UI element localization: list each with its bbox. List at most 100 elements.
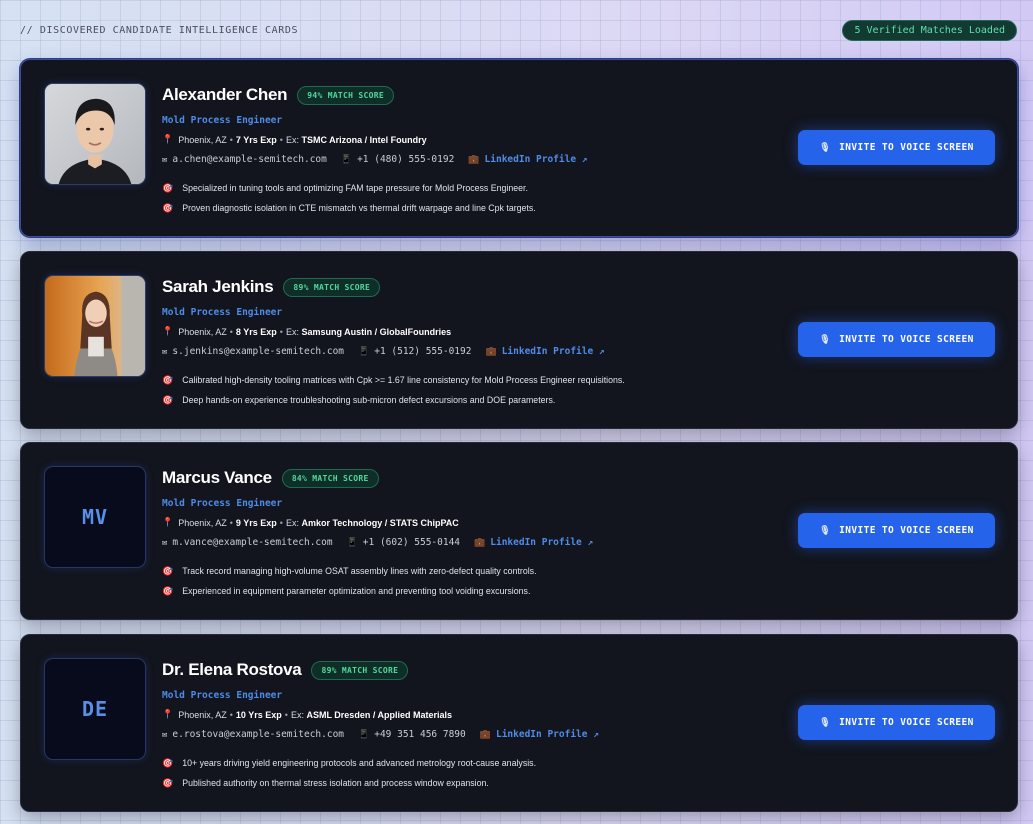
avatar-initials: MV	[81, 505, 109, 529]
location-pin-icon: 📍	[162, 326, 174, 336]
invite-to-voice-screen-button[interactable]: 🎙 INVITE TO VOICE SCREEN	[798, 513, 995, 548]
candidate-meta: 📍 Phoenix, AZ • 10 Yrs Exp • Ex: ASML Dr…	[162, 709, 453, 720]
candidate-experience: 7 Yrs Exp	[235, 134, 277, 145]
candidate-phone[interactable]: +1 (512) 555-0192	[374, 346, 471, 357]
highlights-list: 🎯 Track record managing high-volume OSAT …	[162, 561, 787, 601]
candidate-card[interactable]: Sarah Jenkins 89% MATCH SCORE Mold Proce…	[20, 251, 1018, 429]
highlight-item: 🎯 Experienced in equipment parameter opti…	[162, 585, 531, 597]
briefcase-icon: 💼	[474, 538, 486, 548]
email-icon: ✉	[162, 730, 168, 740]
invite-button-label: INVITE TO VOICE SCREEN	[839, 142, 974, 153]
target-icon: 🎯	[162, 374, 174, 385]
candidate-name: Alexander Chen	[162, 85, 288, 104]
phone-icon: 📱	[346, 538, 358, 548]
avatar-initials: DE	[81, 697, 109, 721]
target-icon: 🎯	[162, 777, 174, 788]
target-icon: 🎯	[162, 585, 174, 596]
candidate-meta: 📍 Phoenix, AZ • 9 Yrs Exp • Ex: Amkor Te…	[162, 517, 459, 528]
candidate-card[interactable]: MV Marcus Vance 84% MATCH SCORE Mold Pro…	[20, 442, 1018, 620]
candidate-phone[interactable]: +49 351 456 7890	[374, 729, 466, 740]
candidate-role: Mold Process Engineer	[162, 115, 283, 126]
email-icon: ✉	[162, 538, 168, 548]
candidate-contact: ✉ a.chen@example-semitech.com 📱 +1 (480) 5…	[162, 154, 787, 165]
candidate-email[interactable]: m.vance@example-semitech.com	[172, 537, 332, 548]
invite-button-label: INVITE TO VOICE SCREEN	[839, 334, 974, 345]
candidate-contact: ✉ m.vance@example-semitech.com 📱 +1 (602) …	[162, 537, 787, 548]
section-label: // DISCOVERED CANDIDATE INTELLIGENCE CAR…	[20, 24, 299, 36]
candidate-name: Marcus Vance	[162, 468, 272, 487]
invite-button-label: INVITE TO VOICE SCREEN	[839, 717, 974, 728]
highlights-list: 🎯 Specialized in tuning tools and optimiz…	[162, 178, 787, 218]
target-icon: 🎯	[162, 182, 174, 193]
highlight-item: 🎯 Calibrated high-density tooling matrice…	[162, 374, 625, 386]
candidate-role: Mold Process Engineer	[162, 690, 283, 701]
candidate-info: Dr. Elena Rostova 89% MATCH SCORE Mold P…	[162, 659, 787, 793]
linkedin-profile-link[interactable]: LinkedIn Profile ↗	[496, 729, 599, 740]
linkedin-profile-link[interactable]: LinkedIn Profile ↗	[490, 537, 593, 548]
location-pin-icon: 📍	[162, 517, 174, 527]
highlights-list: 🎯 Calibrated high-density tooling matrice…	[162, 370, 787, 410]
candidate-role: Mold Process Engineer	[162, 498, 283, 509]
phone-icon: 📱	[358, 347, 370, 357]
candidate-name: Sarah Jenkins	[162, 277, 274, 296]
verified-matches-badge: 5 Verified Matches Loaded	[842, 19, 1017, 41]
invite-to-voice-screen-button[interactable]: 🎙 INVITE TO VOICE SCREEN	[798, 130, 995, 165]
invite-to-voice-screen-button[interactable]: 🎙 INVITE TO VOICE SCREEN	[798, 322, 995, 357]
candidate-location: Phoenix, AZ	[178, 134, 227, 145]
target-icon: 🎯	[162, 757, 174, 768]
candidate-email[interactable]: s.jenkins@example-semitech.com	[172, 346, 344, 357]
candidate-phone[interactable]: +1 (602) 555-0144	[363, 537, 460, 548]
results-header: // DISCOVERED CANDIDATE INTELLIGENCE CAR…	[20, 19, 1017, 41]
candidate-photo	[44, 83, 146, 185]
briefcase-icon: 💼	[468, 155, 480, 165]
candidate-card[interactable]: DE Dr. Elena Rostova 89% MATCH SCORE Mol…	[20, 634, 1018, 812]
briefcase-icon: 💼	[479, 730, 491, 740]
candidate-companies: ASML Dresden / Applied Materials	[306, 709, 453, 720]
highlight-item: 🎯 Published authority on thermal stress i…	[162, 777, 489, 789]
match-score-badge: 89% MATCH SCORE	[311, 660, 409, 680]
invite-to-voice-screen-button[interactable]: 🎙 INVITE TO VOICE SCREEN	[798, 705, 995, 740]
candidate-info: Sarah Jenkins 89% MATCH SCORE Mold Proce…	[162, 276, 787, 410]
candidate-companies: TSMC Arizona / Intel Foundry	[301, 134, 427, 145]
briefcase-icon: 💼	[485, 347, 497, 357]
candidate-experience: 10 Yrs Exp	[235, 709, 282, 720]
candidate-role: Mold Process Engineer	[162, 307, 283, 318]
invite-button-label: INVITE TO VOICE SCREEN	[839, 525, 974, 536]
microphone-icon: 🎙	[819, 717, 832, 728]
candidate-meta: 📍 Phoenix, AZ • 7 Yrs Exp • Ex: TSMC Ari…	[162, 134, 427, 145]
portrait-image	[45, 276, 145, 376]
candidate-email[interactable]: a.chen@example-semitech.com	[172, 154, 326, 165]
linkedin-profile-link[interactable]: LinkedIn Profile ↗	[502, 346, 605, 357]
candidate-meta: 📍 Phoenix, AZ • 8 Yrs Exp • Ex: Samsung …	[162, 326, 452, 337]
match-score-badge: 89% MATCH SCORE	[283, 277, 381, 297]
ex-label: Ex:	[285, 326, 299, 337]
microphone-icon: 🎙	[819, 142, 832, 153]
match-score-badge: 84% MATCH SCORE	[281, 468, 379, 488]
highlights-list: 🎯 10+ years driving yield engineering pro…	[162, 753, 787, 793]
phone-icon: 📱	[358, 730, 370, 740]
highlight-item: 🎯 Proven diagnostic isolation in CTE mism…	[162, 202, 536, 214]
microphone-icon: 🎙	[819, 334, 832, 345]
candidate-info: Alexander Chen 94% MATCH SCORE Mold Proc…	[162, 84, 787, 218]
ex-label: Ex:	[290, 709, 304, 720]
target-icon: 🎯	[162, 202, 174, 213]
target-icon: 🎯	[162, 394, 174, 405]
candidate-photo	[44, 275, 146, 377]
microphone-icon: 🎙	[819, 525, 832, 536]
candidate-avatar-initials: DE	[44, 658, 146, 760]
candidate-location: Phoenix, AZ	[178, 517, 227, 528]
candidate-card[interactable]: Alexander Chen 94% MATCH SCORE Mold Proc…	[20, 59, 1018, 237]
candidate-contact: ✉ s.jenkins@example-semitech.com 📱 +1 (512…	[162, 346, 787, 357]
candidate-avatar-initials: MV	[44, 466, 146, 568]
candidate-contact: ✉ e.rostova@example-semitech.com 📱 +49 351…	[162, 729, 787, 740]
candidate-location: Phoenix, AZ	[178, 709, 227, 720]
target-icon: 🎯	[162, 565, 174, 576]
candidate-email[interactable]: e.rostova@example-semitech.com	[172, 729, 344, 740]
email-icon: ✉	[162, 347, 168, 357]
highlight-item: 🎯 Track record managing high-volume OSAT …	[162, 565, 537, 577]
linkedin-profile-link[interactable]: LinkedIn Profile ↗	[485, 154, 588, 165]
email-icon: ✉	[162, 155, 168, 165]
candidate-phone[interactable]: +1 (480) 555-0192	[357, 154, 454, 165]
highlight-item: 🎯 Deep hands-on experience troubleshootin…	[162, 394, 556, 406]
highlight-item: 🎯 10+ years driving yield engineering pro…	[162, 757, 537, 769]
